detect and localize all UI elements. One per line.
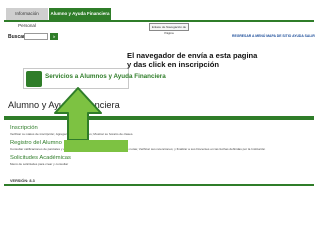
annotation-arrow — [54, 87, 128, 152]
arrow-up-icon — [54, 87, 102, 141]
annotation-text: El navegador de envía a esta pagina y da… — [127, 51, 258, 69]
slide: Información Personal Alumno y Ayuda Fina… — [0, 0, 320, 240]
arrow-tail-bar — [64, 140, 128, 152]
